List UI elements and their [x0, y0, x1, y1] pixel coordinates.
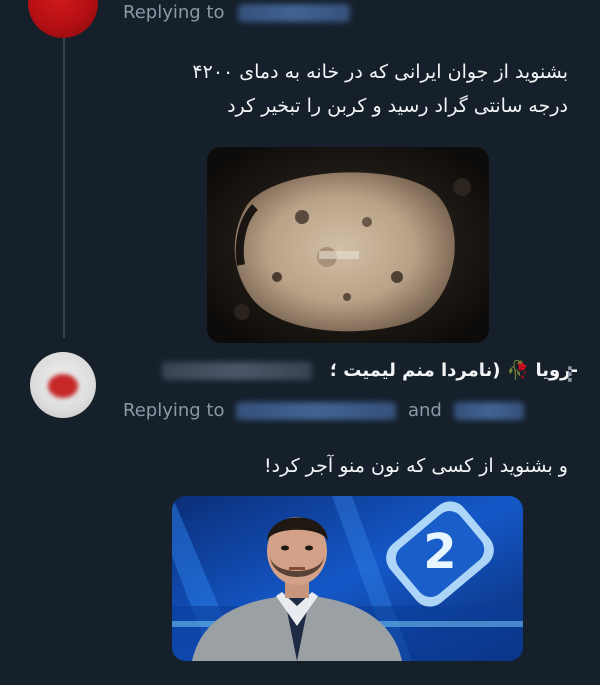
thread-connector-line — [63, 30, 65, 338]
avatar-image-detail — [48, 374, 78, 398]
tweet-text: بشنوید از جوان ایرانی که در خانه به دمای… — [120, 55, 568, 123]
burnt-surface-image — [207, 147, 489, 343]
replying-to-line: Replying to — [123, 2, 351, 23]
and-label: and — [407, 400, 442, 421]
display-name[interactable]: -رویا 🥀 (نامردا منم لیمیت ؛ — [330, 360, 578, 381]
svg-text:2: 2 — [423, 524, 456, 580]
blurred-username-link[interactable] — [238, 4, 351, 22]
tweet-text-line: بشنوید از جوان ایرانی که در خانه به دمای… — [192, 61, 568, 83]
avatar[interactable] — [30, 352, 96, 418]
replying-to-label: Replying to — [123, 2, 225, 23]
news-anchor-image: 2 — [172, 496, 523, 661]
tweet-text-line: درجه سانتی گراد رسید و کربن را تبخیر کرد — [227, 95, 568, 117]
avatar[interactable] — [28, 0, 98, 38]
replying-to-line: Replying to and — [123, 400, 524, 421]
tweet-text-line: و بشنوید از کسی که نون منو آجر کرد! — [264, 455, 568, 477]
more-vertical-icon[interactable]: ⋮ — [560, 362, 580, 386]
tweet-photo[interactable]: 2 — [172, 496, 523, 661]
blurred-username-link[interactable] — [453, 402, 524, 420]
blurred-username-link[interactable] — [236, 402, 397, 420]
tweet-header: -رویا 🥀 (نامردا منم لیمیت ؛ — [118, 360, 578, 390]
replying-to-label: Replying to — [123, 400, 225, 421]
tweet-photo[interactable] — [207, 147, 489, 343]
blurred-handle — [161, 362, 312, 380]
tweet-text: و بشنوید از کسی که نون منو آجر کرد! — [120, 449, 568, 483]
